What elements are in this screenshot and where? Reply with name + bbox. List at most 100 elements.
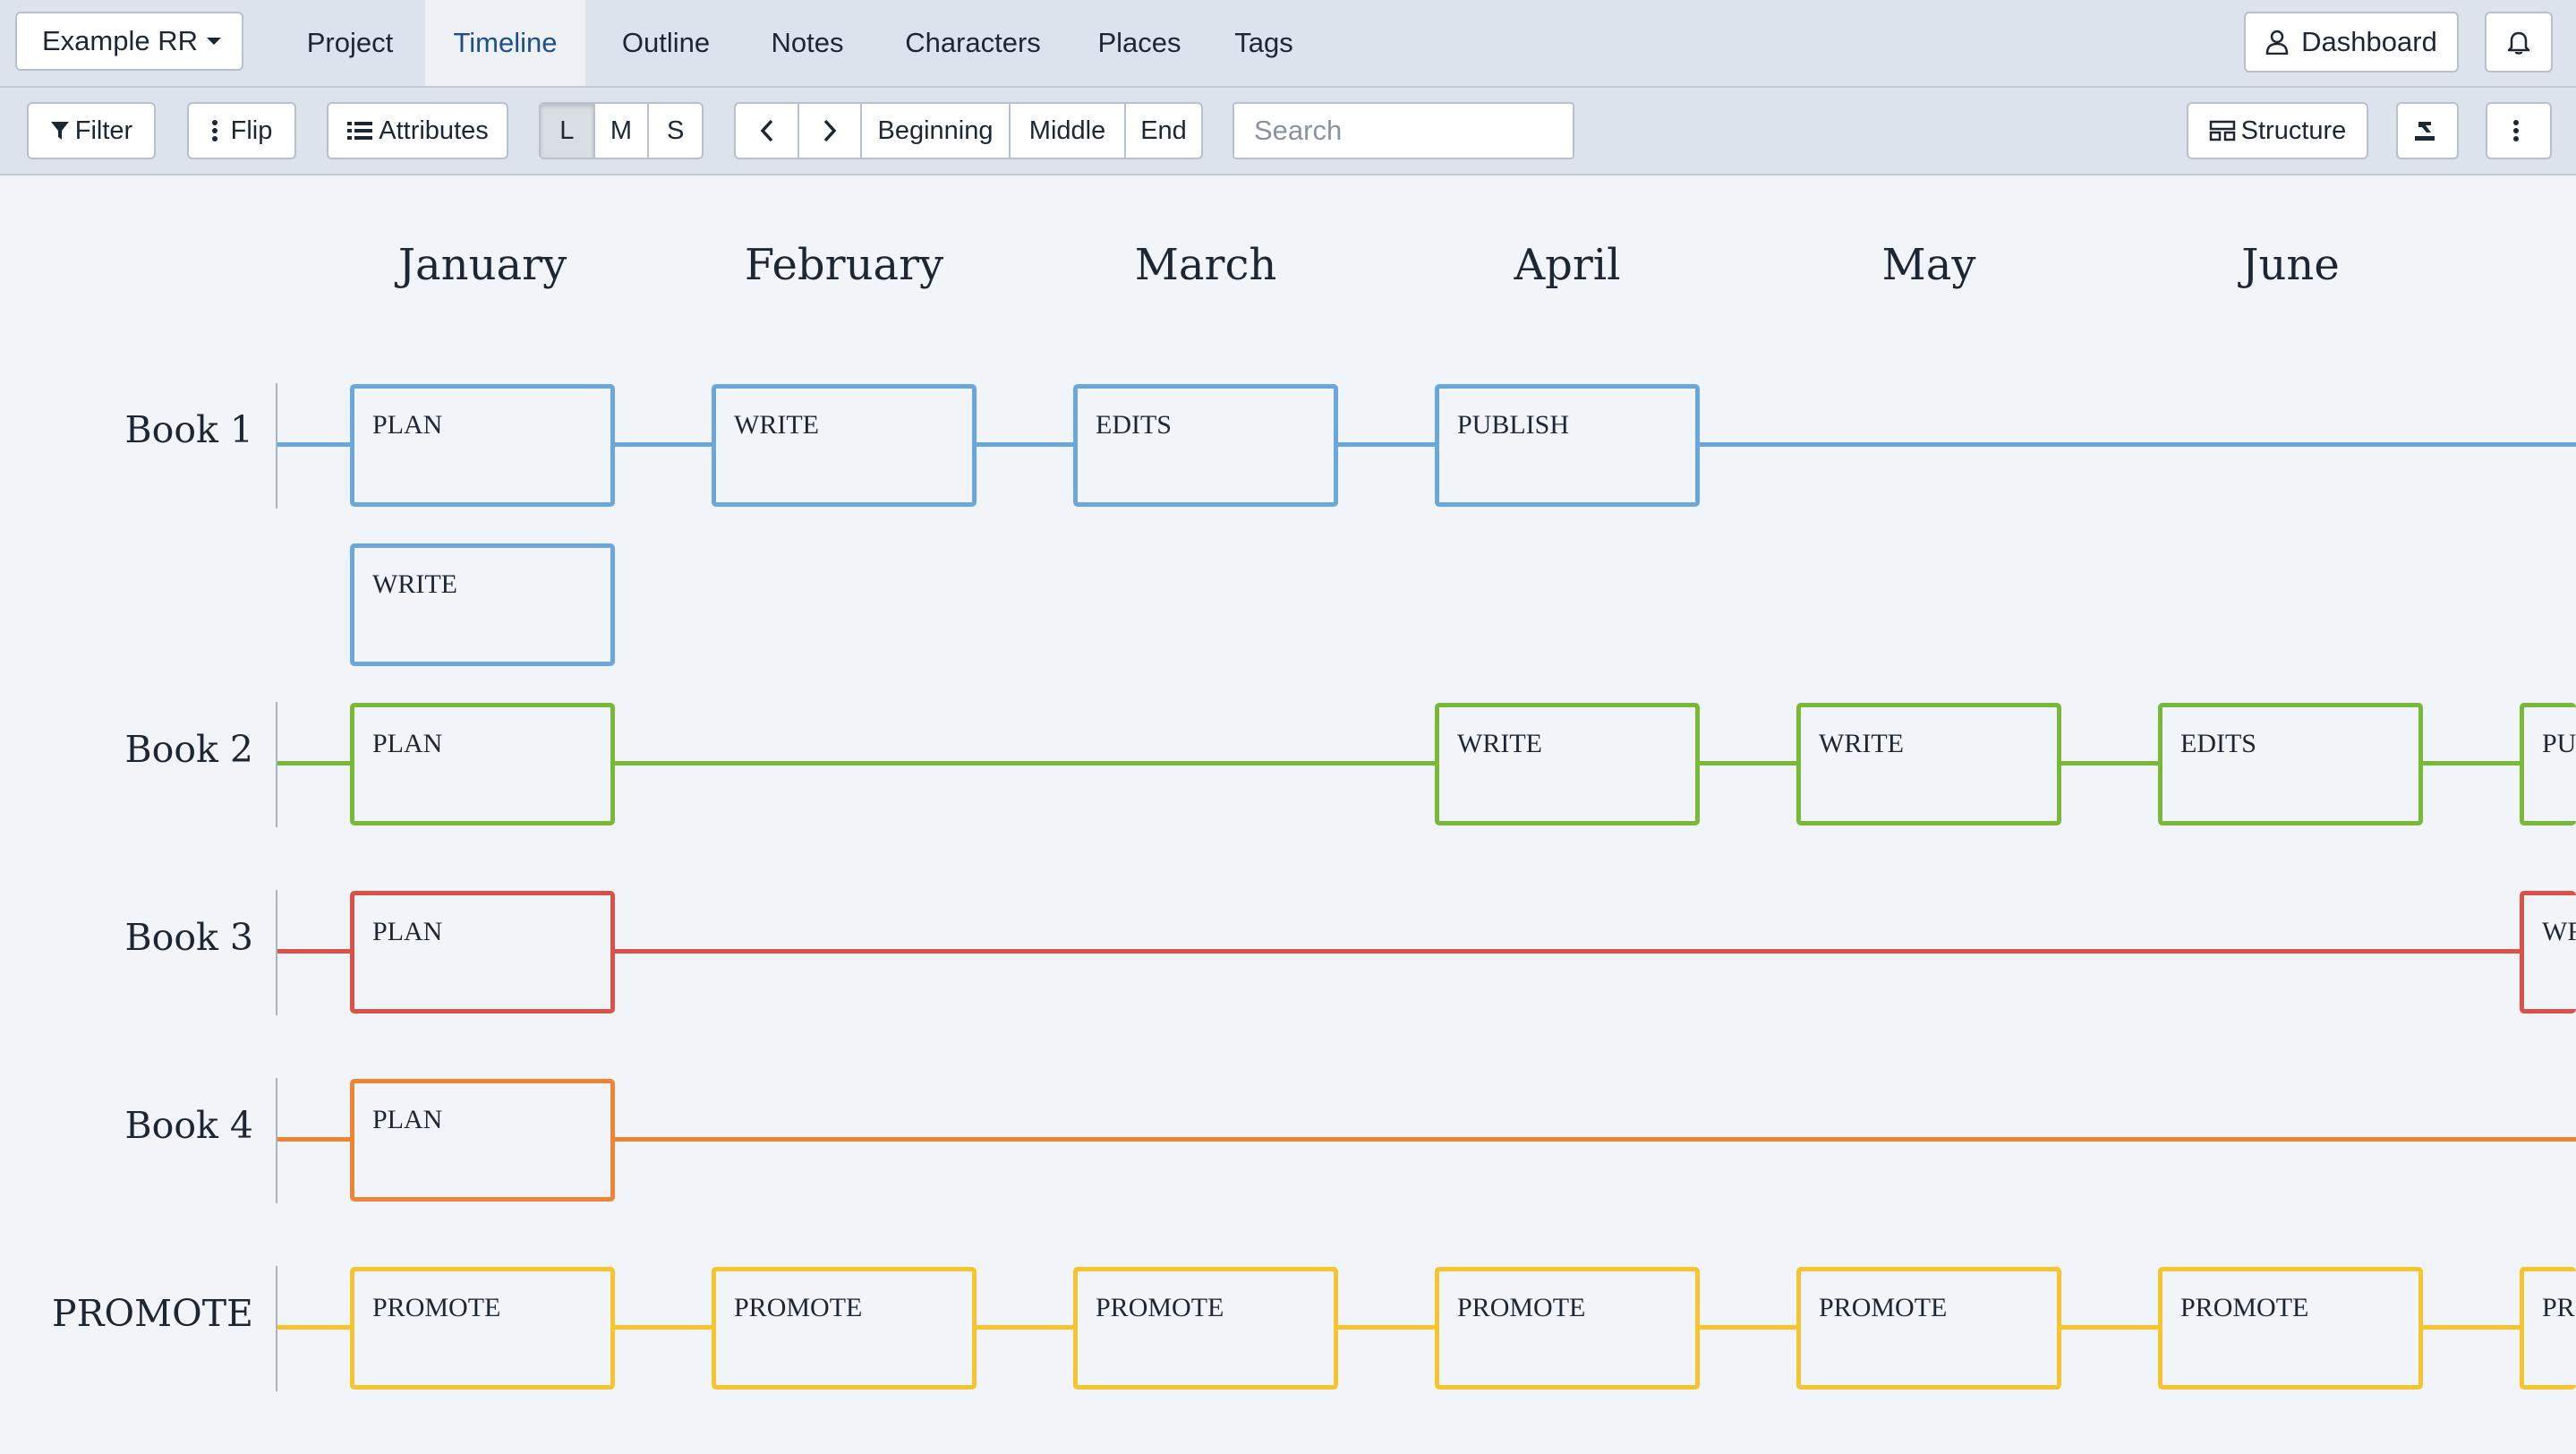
- dashboard-label: Dashboard: [2301, 26, 2437, 57]
- card-book-1-write-stacked[interactable]: WRITE: [350, 543, 615, 666]
- attributes-button[interactable]: Attributes: [327, 102, 508, 159]
- structure-icon: [2209, 120, 2235, 141]
- tab-notes[interactable]: Notes: [745, 0, 870, 86]
- row-label-book-1: Book 1: [124, 408, 253, 451]
- month-header: January: [397, 240, 567, 290]
- card-promote[interactable]: PROMOTE: [1073, 1267, 1338, 1390]
- search-input[interactable]: [1233, 102, 1574, 159]
- structure-button[interactable]: Structure: [2187, 102, 2368, 159]
- card-title: PUBLISH: [2542, 729, 2576, 758]
- export-icon: [2415, 122, 2435, 141]
- card-title: EDITS: [2180, 729, 2256, 758]
- card-title: WRITE: [1457, 729, 1542, 758]
- card-title: WRITE: [1819, 729, 1904, 758]
- card-title: WRITE: [2542, 917, 2576, 946]
- tab-characters[interactable]: Characters: [888, 0, 1058, 86]
- tab-label: Outline: [621, 27, 711, 58]
- card-book-2-write[interactable]: WRITE: [1435, 703, 1700, 825]
- card-book-3-write[interactable]: WRITE: [2520, 891, 2576, 1014]
- flip-label: Flip: [230, 115, 273, 145]
- card-title: PUBLISH: [1457, 410, 1570, 440]
- card-promote[interactable]: PROMOTE: [712, 1267, 977, 1390]
- kebab-icon: [211, 120, 218, 141]
- card-book-2-publish[interactable]: PUBLISH: [2520, 703, 2576, 825]
- card-book-1-edits[interactable]: EDITS: [1073, 384, 1338, 507]
- tab-outline[interactable]: Outline: [601, 0, 730, 86]
- jump-end-button[interactable]: End: [1126, 104, 1201, 158]
- card-book-2-write[interactable]: WRITE: [1796, 703, 2061, 825]
- structure-label: Structure: [2240, 115, 2347, 145]
- month-header: March: [1134, 240, 1277, 290]
- project-name: Example RR: [42, 25, 198, 56]
- book-4-line: [277, 1137, 2576, 1142]
- card-title: PLAN: [372, 729, 443, 758]
- card-title: PROMOTE: [1819, 1293, 1948, 1322]
- row-label-book-3: Book 3: [124, 916, 253, 959]
- jump-middle-button[interactable]: Middle: [1011, 104, 1126, 158]
- scroll-left-button[interactable]: [736, 104, 799, 158]
- top-navigation: Example RR Project Timeline Outline Note…: [0, 0, 2576, 88]
- timeline-toolbar: Filter Flip Attributes L M S Beginning M…: [0, 88, 2576, 175]
- card-promote[interactable]: PROMOTE: [2520, 1267, 2576, 1390]
- bell-icon: [2507, 31, 2530, 55]
- size-m-button[interactable]: M: [595, 104, 650, 158]
- tab-label: Notes: [771, 27, 844, 58]
- card-book-2-plan[interactable]: PLAN: [350, 703, 615, 825]
- tab-label: Project: [306, 27, 394, 58]
- dashboard-button[interactable]: Dashboard: [2244, 12, 2459, 73]
- month-header: May: [1881, 240, 1976, 290]
- tab-label: Timeline: [453, 27, 558, 58]
- timeline-grid: January February March April May June Bo…: [0, 175, 2576, 1454]
- tab-project[interactable]: Project: [285, 0, 415, 86]
- card-title: PROMOTE: [734, 1293, 863, 1322]
- scroll-right-button[interactable]: [799, 104, 862, 158]
- card-promote[interactable]: PROMOTE: [1796, 1267, 2061, 1390]
- size-l-button[interactable]: L: [541, 104, 595, 158]
- tab-label: Tags: [1234, 27, 1293, 58]
- row-label-promote: PROMOTE: [52, 1292, 253, 1335]
- card-promote[interactable]: PROMOTE: [2158, 1267, 2423, 1390]
- more-options-button[interactable]: [2486, 102, 2552, 159]
- card-book-1-plan[interactable]: PLAN: [350, 384, 615, 507]
- size-s-button[interactable]: S: [649, 104, 702, 158]
- scroll-nav-group: Beginning Middle End: [734, 102, 1203, 159]
- card-title: WRITE: [734, 410, 819, 440]
- project-dropdown[interactable]: Example RR: [15, 12, 243, 71]
- month-header: June: [2241, 240, 2340, 290]
- notifications-button[interactable]: [2485, 12, 2553, 73]
- book-1-line: [277, 442, 2576, 447]
- card-title: PLAN: [372, 410, 443, 440]
- kebab-icon: [2513, 120, 2519, 141]
- card-title: PLAN: [372, 1105, 443, 1134]
- filter-button[interactable]: Filter: [27, 102, 156, 159]
- card-title: PROMOTE: [1457, 1293, 1586, 1322]
- export-button[interactable]: [2396, 102, 2459, 159]
- month-header: April: [1514, 240, 1621, 290]
- tab-places[interactable]: Places: [1081, 0, 1198, 86]
- caret-down-icon: [207, 38, 221, 45]
- jump-beginning-button[interactable]: Beginning: [862, 104, 1011, 158]
- card-title: PROMOTE: [2542, 1293, 2576, 1322]
- chevron-left-icon: [760, 119, 772, 142]
- card-book-1-write[interactable]: WRITE: [712, 384, 977, 507]
- row-label-book-2: Book 2: [124, 728, 253, 771]
- card-book-1-publish[interactable]: PUBLISH: [1435, 384, 1700, 507]
- card-book-2-edits[interactable]: EDITS: [2158, 703, 2423, 825]
- card-title: PLAN: [372, 917, 443, 946]
- card-book-4-plan[interactable]: PLAN: [350, 1079, 615, 1202]
- filter-label: Filter: [74, 115, 133, 145]
- tab-tags[interactable]: Tags: [1221, 0, 1307, 86]
- card-title: WRITE: [372, 569, 457, 599]
- card-promote[interactable]: PROMOTE: [350, 1267, 615, 1390]
- user-icon: [2265, 30, 2289, 55]
- book-3-line: [277, 949, 2576, 954]
- tab-label: Places: [1097, 27, 1181, 58]
- card-title: PROMOTE: [372, 1293, 501, 1322]
- row-label-book-4: Book 4: [124, 1104, 253, 1147]
- flip-button[interactable]: Flip: [187, 102, 296, 159]
- card-title: PROMOTE: [2180, 1293, 2309, 1322]
- card-book-3-plan[interactable]: PLAN: [350, 891, 615, 1014]
- tab-label: Characters: [905, 27, 1041, 58]
- tab-timeline[interactable]: Timeline: [425, 0, 585, 86]
- card-promote[interactable]: PROMOTE: [1435, 1267, 1700, 1390]
